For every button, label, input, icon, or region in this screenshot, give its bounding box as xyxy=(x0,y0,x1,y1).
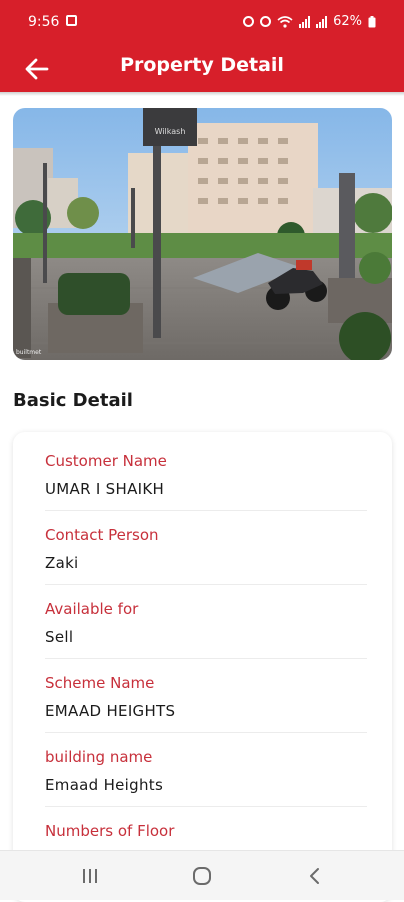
field-value: Zaki xyxy=(45,554,79,572)
battery-percent: 62% xyxy=(333,14,362,29)
system-icons: 62% xyxy=(243,14,376,29)
alarm-icon xyxy=(243,16,255,27)
divider xyxy=(45,658,367,659)
signal-icon-1 xyxy=(299,15,311,28)
page-title: Property Detail xyxy=(120,54,284,76)
status-time: 9:56 xyxy=(28,14,60,30)
field-label: Available for xyxy=(45,600,139,618)
field-value: UMAR I SHAIKH xyxy=(45,480,165,498)
field-building-name: building name Emaad Heights xyxy=(45,748,365,794)
divider xyxy=(45,806,367,807)
divider xyxy=(45,510,367,511)
field-label: Scheme Name xyxy=(45,674,155,692)
clock-icon xyxy=(260,16,272,27)
gallery-notification-icon xyxy=(66,15,77,26)
field-value: Sell xyxy=(45,628,74,646)
divider xyxy=(45,584,367,585)
wifi-icon xyxy=(277,15,293,28)
property-photo-image: Wilkash builtmet xyxy=(13,108,392,360)
app-bar: Property Detail xyxy=(0,44,404,92)
field-customer-name: Customer Name UMAR I SHAIKH xyxy=(45,452,365,498)
status-bar: 9:56 62% xyxy=(0,0,404,44)
notification-icons xyxy=(66,15,77,26)
battery-icon xyxy=(368,15,376,27)
field-scheme-name: Scheme Name EMAAD HEIGHTS xyxy=(45,674,365,720)
back-chevron-icon[interactable] xyxy=(303,864,327,888)
recent-apps-icon[interactable] xyxy=(78,864,102,888)
system-nav-bar xyxy=(0,850,404,900)
field-label: Contact Person xyxy=(45,526,159,544)
field-label: building name xyxy=(45,748,153,766)
photo-watermark: builtmet xyxy=(16,349,42,356)
field-label: Numbers of Floor xyxy=(45,822,175,840)
field-numbers-of-floor: Numbers of Floor xyxy=(45,822,365,850)
signal-icon-2 xyxy=(316,15,328,28)
field-label: Customer Name xyxy=(45,452,167,470)
home-icon[interactable] xyxy=(190,864,214,888)
field-contact-person: Contact Person Zaki xyxy=(45,526,365,572)
field-value: EMAAD HEIGHTS xyxy=(45,702,176,720)
section-title: Basic Detail xyxy=(13,390,133,411)
app-bar-shadow xyxy=(0,92,404,96)
field-value: Emaad Heights xyxy=(45,776,164,794)
photo-sign-text: Wilkash xyxy=(155,127,186,136)
property-photo[interactable]: Wilkash builtmet xyxy=(13,108,392,360)
divider xyxy=(45,732,367,733)
field-available-for: Available for Sell xyxy=(45,600,365,646)
basic-detail-card: Customer Name UMAR I SHAIKH Contact Pers… xyxy=(13,432,392,902)
